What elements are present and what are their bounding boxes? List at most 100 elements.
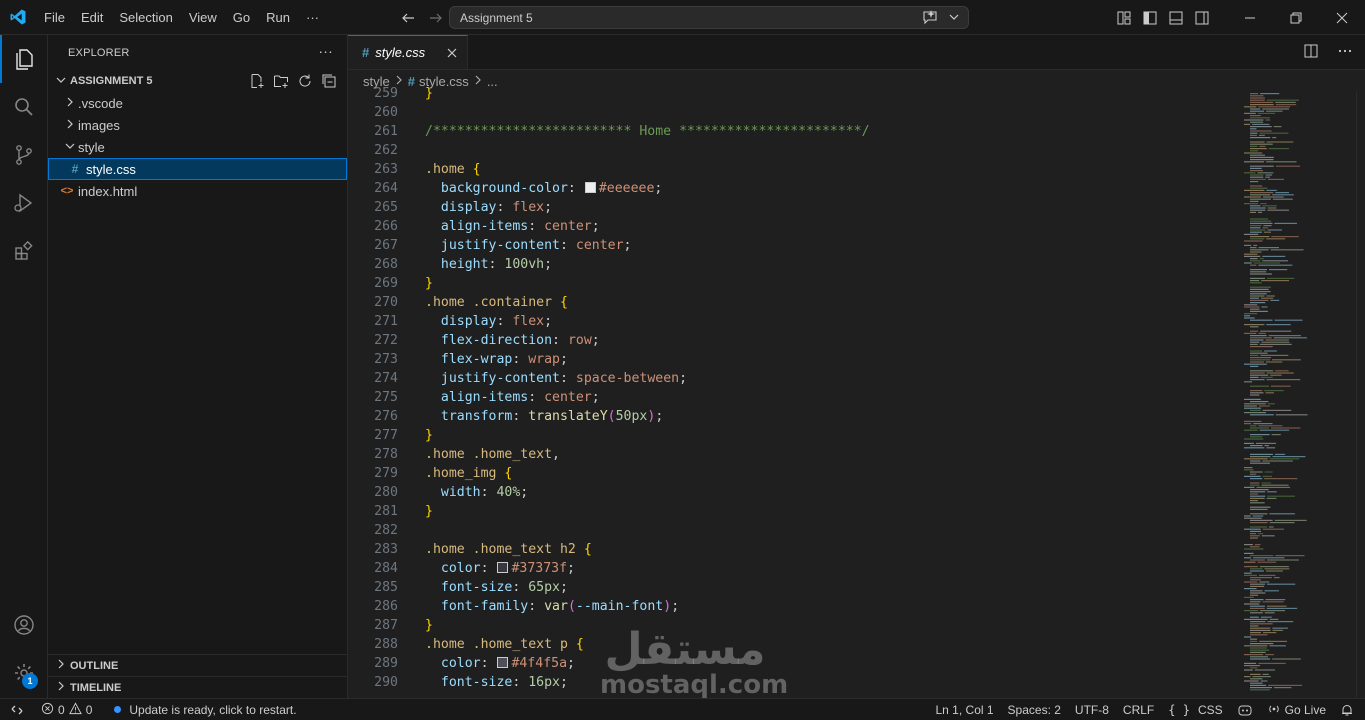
tree-item-label: index.html <box>78 183 138 199</box>
color-swatch[interactable] <box>497 657 509 668</box>
code-token: #eeeeee <box>598 181 655 196</box>
code-line: 277} <box>348 426 1228 445</box>
timeline-section-header[interactable]: TIMELINE <box>48 676 348 698</box>
tree-item-style-folder[interactable]: style <box>48 136 347 158</box>
menu-run[interactable]: Run <box>258 0 298 35</box>
timeline-title: TIMELINE <box>70 681 122 694</box>
minimap-line <box>1250 218 1269 220</box>
minimap-line <box>1250 251 1262 253</box>
source-control-icon[interactable] <box>0 131 48 179</box>
explorer-more-button[interactable]: ··· <box>318 43 333 59</box>
minimap-line <box>1250 513 1268 515</box>
menu-file[interactable]: File <box>36 0 73 35</box>
new-folder-icon[interactable] <box>273 73 289 92</box>
search-icon[interactable] <box>0 83 48 131</box>
menu-go[interactable]: Go <box>225 0 258 35</box>
minimap-line <box>1250 187 1268 189</box>
minimap-line <box>1258 332 1266 334</box>
minimap-line <box>1250 354 1259 356</box>
restore-icon[interactable] <box>1273 0 1319 35</box>
copilot-chat-icon[interactable] <box>922 9 938 28</box>
minimap-line <box>1250 689 1270 691</box>
copilot-icon[interactable] <box>1230 699 1260 720</box>
toggle-panel-icon[interactable] <box>1163 0 1189 35</box>
menu-more-button[interactable]: ··· <box>298 0 327 35</box>
menu-edit[interactable]: Edit <box>73 0 111 35</box>
minimap-line <box>1264 390 1284 392</box>
manage-gear-icon[interactable]: 1 <box>0 649 48 697</box>
indentation[interactable]: Spaces: 2 <box>1001 699 1068 720</box>
tree-item-images[interactable]: images <box>48 114 347 136</box>
editor-area: # style.css style # style.css ... 259} 26… <box>348 35 1365 698</box>
menu-selection[interactable]: Selection <box>111 0 180 35</box>
chevron-down-icon[interactable] <box>948 11 960 26</box>
workspace-folder-header[interactable]: ASSIGNMENT 5 <box>48 70 347 92</box>
tab-style-css[interactable]: # style.css <box>348 35 468 69</box>
code-editor[interactable]: 259} 260 261 /************************* Hom… <box>348 84 1228 691</box>
run-debug-icon[interactable] <box>0 179 48 227</box>
minimize-icon[interactable] <box>1227 0 1273 35</box>
color-swatch[interactable] <box>497 562 509 573</box>
explorer-icon[interactable] <box>0 35 48 83</box>
back-arrow-icon[interactable] <box>398 8 418 28</box>
minimap-line <box>1266 238 1286 240</box>
outline-section-header[interactable]: OUTLINE <box>48 654 348 676</box>
title-bar: File Edit Selection View Go Run ··· Assi… <box>0 0 1365 35</box>
minimap-line <box>1250 471 1263 473</box>
minimap-line <box>1250 372 1265 374</box>
minimap-line <box>1274 319 1303 321</box>
minimap-line <box>1250 651 1266 653</box>
code-line: 266 align-items: center; <box>348 217 1228 236</box>
more-actions-icon[interactable] <box>1337 43 1353 62</box>
update-notification[interactable]: Update is ready, click to restart. <box>107 699 303 720</box>
code-line: 280 width: 40%; <box>348 483 1228 502</box>
minimap-line <box>1250 502 1265 504</box>
forward-arrow-icon[interactable] <box>426 8 446 28</box>
code-token: #37373f <box>511 561 568 576</box>
code-line: 276 transform: translateY(50px); <box>348 407 1228 426</box>
minimap-line <box>1250 519 1273 521</box>
toggle-secondary-sidebar-icon[interactable] <box>1189 0 1215 35</box>
notifications-bell-icon[interactable] <box>1333 699 1361 720</box>
tree-item-style-css[interactable]: # style.css <box>48 158 347 180</box>
customize-layout-icon[interactable] <box>1111 0 1137 35</box>
minimap-line <box>1250 258 1258 260</box>
new-file-icon[interactable] <box>249 73 265 92</box>
cursor-position[interactable]: Ln 1, Col 1 <box>929 699 1001 720</box>
vscode-logo-icon[interactable] <box>0 0 36 35</box>
language-mode[interactable]: { } CSS <box>1161 699 1229 720</box>
line-content: font-size: 65px; <box>398 578 568 597</box>
menu-view[interactable]: View <box>181 0 225 35</box>
minimap-line <box>1254 544 1261 546</box>
go-live-button[interactable]: Go Live <box>1260 699 1333 720</box>
code-line: 275 align-items: center; <box>348 388 1228 407</box>
minimap-line <box>1250 484 1260 486</box>
minimap-line <box>1270 374 1282 376</box>
color-swatch[interactable] <box>584 182 596 193</box>
tree-item-vscode[interactable]: .vscode <box>48 92 347 114</box>
close-window-icon[interactable] <box>1319 0 1365 35</box>
minimap-line <box>1262 460 1293 462</box>
minimap-line <box>1260 680 1268 682</box>
collapse-all-icon[interactable] <box>321 73 337 92</box>
command-center-search[interactable]: Assignment 5 <box>449 6 969 29</box>
minimap-line <box>1262 205 1277 207</box>
minimap-line <box>1250 577 1272 579</box>
toggle-primary-sidebar-icon[interactable] <box>1137 0 1163 35</box>
code-token: : <box>528 390 545 405</box>
tree-item-index-html[interactable]: <> index.html <box>48 180 347 202</box>
extensions-icon[interactable] <box>0 227 48 275</box>
split-editor-icon[interactable] <box>1303 43 1319 62</box>
encoding[interactable]: UTF-8 <box>1068 699 1116 720</box>
accounts-icon[interactable] <box>0 601 48 649</box>
minimap-line <box>1253 262 1281 264</box>
refresh-icon[interactable] <box>297 73 313 92</box>
vertical-scrollbar[interactable] <box>1356 91 1365 698</box>
problems-indicator[interactable]: 0 0 <box>34 699 99 720</box>
remote-indicator-icon[interactable] <box>0 699 34 720</box>
close-tab-icon[interactable] <box>447 45 457 61</box>
end-of-line[interactable]: CRLF <box>1116 699 1161 720</box>
minimap[interactable] <box>1244 91 1354 698</box>
braces-icon: { } <box>1168 703 1190 717</box>
minimap-line <box>1269 513 1295 515</box>
